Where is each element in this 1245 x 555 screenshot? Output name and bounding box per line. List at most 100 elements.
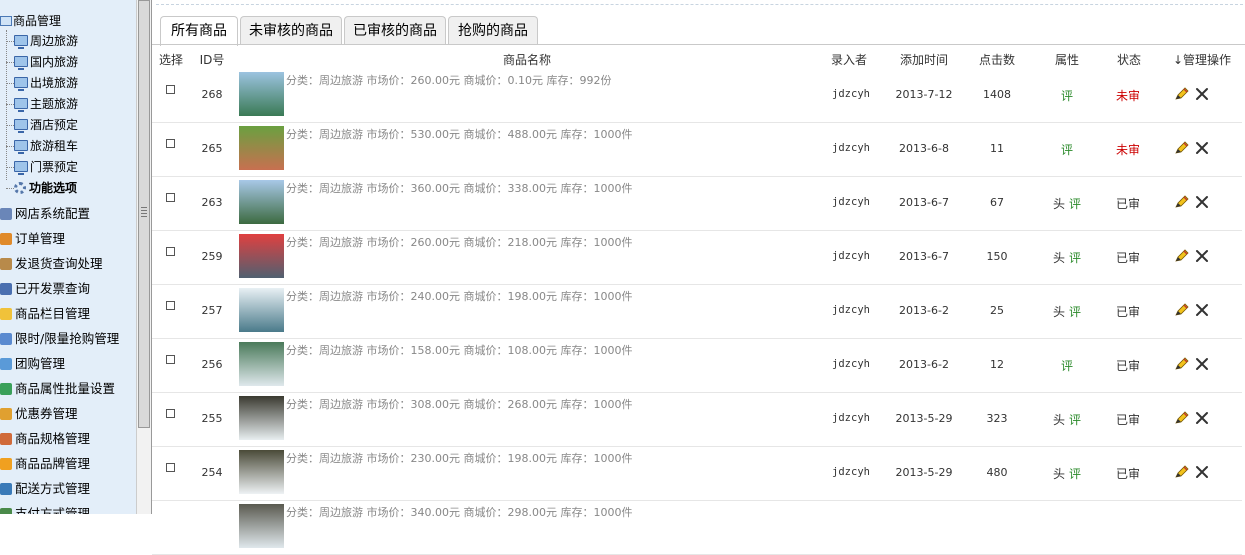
tree-item-feature-options[interactable]: 功能选项	[6, 178, 77, 198]
tab-flash-sale-products[interactable]: 抢购的商品	[448, 16, 538, 45]
attr-recommend[interactable]: 评	[1069, 251, 1081, 265]
attr-recommend[interactable]: 评	[1069, 413, 1081, 427]
review-status[interactable]: 已审	[1098, 303, 1158, 320]
tree-branch-line	[6, 167, 14, 168]
tree-item[interactable]: 出境旅游	[6, 73, 78, 93]
review-status[interactable]: 已审	[1098, 411, 1158, 428]
sidebar-item[interactable]: 支付方式管理	[0, 503, 90, 514]
edit-icon[interactable]	[1174, 87, 1190, 101]
select-checkbox[interactable]	[166, 247, 175, 256]
sidebar-scrollbar[interactable]	[136, 0, 151, 514]
tab-all-products[interactable]: 所有商品	[160, 16, 238, 46]
table-row: 268 分类：周边旅游 市场价：260.00元 商城价：0.10元 库存：992份…	[152, 68, 1242, 123]
scrollbar-grip	[141, 207, 147, 217]
review-status[interactable]: 已审	[1098, 357, 1158, 374]
sidebar-item-label: 商品栏目管理	[15, 306, 91, 321]
delete-icon[interactable]	[1195, 87, 1209, 101]
attr-headline[interactable]: 头	[1053, 413, 1065, 427]
header-clicks: 点击数	[978, 53, 1015, 67]
product-thumbnail[interactable]	[239, 288, 284, 332]
tree-item[interactable]: 国内旅游	[6, 52, 78, 72]
delete-icon[interactable]	[1195, 249, 1209, 263]
select-checkbox[interactable]	[166, 85, 175, 94]
review-status[interactable]: 已审	[1098, 249, 1158, 266]
select-checkbox[interactable]	[166, 409, 175, 418]
product-attributes: 评	[1032, 357, 1102, 374]
tree-branch-line	[6, 62, 14, 63]
attr-headline[interactable]: 头	[1053, 251, 1065, 265]
sidebar-item[interactable]: 商品属性批量设置	[0, 378, 115, 400]
attr-recommend[interactable]: 评	[1061, 89, 1073, 103]
delete-icon[interactable]	[1195, 303, 1209, 317]
attr-headline[interactable]: 头	[1053, 305, 1065, 319]
edit-icon[interactable]	[1174, 141, 1190, 155]
edit-icon[interactable]	[1174, 465, 1190, 479]
review-status[interactable]: 已审	[1098, 465, 1158, 482]
header-user: 录入者	[830, 53, 867, 67]
edit-icon[interactable]	[1174, 411, 1190, 425]
sidebar-item[interactable]: 订单管理	[0, 228, 65, 250]
attr-recommend[interactable]: 评	[1069, 197, 1081, 211]
sidebar-item[interactable]: 商品规格管理	[0, 428, 90, 450]
attr-recommend[interactable]: 评	[1069, 305, 1081, 319]
attr-recommend[interactable]: 评	[1061, 143, 1073, 157]
product-thumbnail[interactable]	[239, 342, 284, 386]
delete-icon[interactable]	[1195, 195, 1209, 209]
select-checkbox[interactable]	[166, 139, 175, 148]
select-checkbox[interactable]	[166, 193, 175, 202]
tree-item[interactable]: 旅游租车	[6, 136, 78, 156]
tree-item[interactable]: 门票预定	[6, 157, 78, 177]
sidebar-item[interactable]: 商品品牌管理	[0, 453, 90, 475]
attr-headline[interactable]: 头	[1053, 467, 1065, 481]
sidebar-item[interactable]: 优惠券管理	[0, 403, 78, 425]
scrollbar-thumb[interactable]	[138, 0, 150, 428]
box-icon	[0, 258, 12, 270]
delete-icon[interactable]	[1195, 411, 1209, 425]
tree-item[interactable]: 酒店预定	[6, 115, 78, 135]
order-icon	[0, 233, 12, 245]
product-thumbnail[interactable]	[239, 72, 284, 116]
edit-icon[interactable]	[1174, 249, 1190, 263]
attr-headline[interactable]: 头	[1053, 197, 1065, 211]
sidebar-item[interactable]: 已开发票查询	[0, 278, 90, 300]
tab-unreviewed-products[interactable]: 未审核的商品	[240, 16, 342, 45]
tree-item[interactable]: 周边旅游	[6, 31, 78, 51]
edit-icon[interactable]	[1174, 357, 1190, 371]
product-thumbnail[interactable]	[239, 450, 284, 494]
table-row: 259 分类：周边旅游 市场价：260.00元 商城价：218.00元 库存：10…	[152, 230, 1242, 285]
tree-item-label: 周边旅游	[30, 34, 79, 48]
sidebar-item[interactable]: 团购管理	[0, 353, 65, 375]
select-checkbox[interactable]	[166, 355, 175, 364]
select-checkbox[interactable]	[166, 301, 175, 310]
delete-icon[interactable]	[1195, 141, 1209, 155]
attr-recommend[interactable]: 评	[1069, 467, 1081, 481]
sidebar-item[interactable]: 配送方式管理	[0, 478, 90, 500]
review-status[interactable]: 未审	[1098, 87, 1158, 104]
added-date: 2013-7-12	[895, 88, 953, 101]
product-thumbnail[interactable]	[239, 396, 284, 440]
folder-icon	[0, 308, 12, 320]
tree-root-product-management[interactable]: 商品管理	[0, 12, 61, 30]
sidebar-item[interactable]: 发退货查询处理	[0, 253, 103, 275]
product-thumbnail[interactable]	[239, 126, 284, 170]
sidebar-item-label: 支付方式管理	[15, 506, 91, 514]
tree-item[interactable]: 主题旅游	[6, 94, 78, 114]
click-count: 67	[990, 196, 1004, 209]
sidebar-item[interactable]: 网店系统配置	[0, 203, 90, 225]
review-status[interactable]: 未审	[1098, 141, 1158, 158]
product-thumbnail[interactable]	[239, 180, 284, 224]
product-thumbnail[interactable]	[239, 504, 284, 548]
select-checkbox[interactable]	[166, 463, 175, 472]
edit-icon[interactable]	[1174, 303, 1190, 317]
attr-recommend[interactable]: 评	[1061, 359, 1073, 373]
delete-icon[interactable]	[1195, 465, 1209, 479]
tab-reviewed-products[interactable]: 已审核的商品	[344, 16, 446, 45]
product-thumbnail[interactable]	[239, 234, 284, 278]
review-status[interactable]: 已审	[1098, 195, 1158, 212]
sidebar-item-label: 发退货查询处理	[15, 256, 103, 271]
sidebar-item[interactable]: 商品栏目管理	[0, 303, 90, 325]
delete-icon[interactable]	[1195, 357, 1209, 371]
sidebar-item[interactable]: 限时/限量抢购管理	[0, 328, 119, 350]
tree-branch-line	[6, 125, 14, 126]
edit-icon[interactable]	[1174, 195, 1190, 209]
